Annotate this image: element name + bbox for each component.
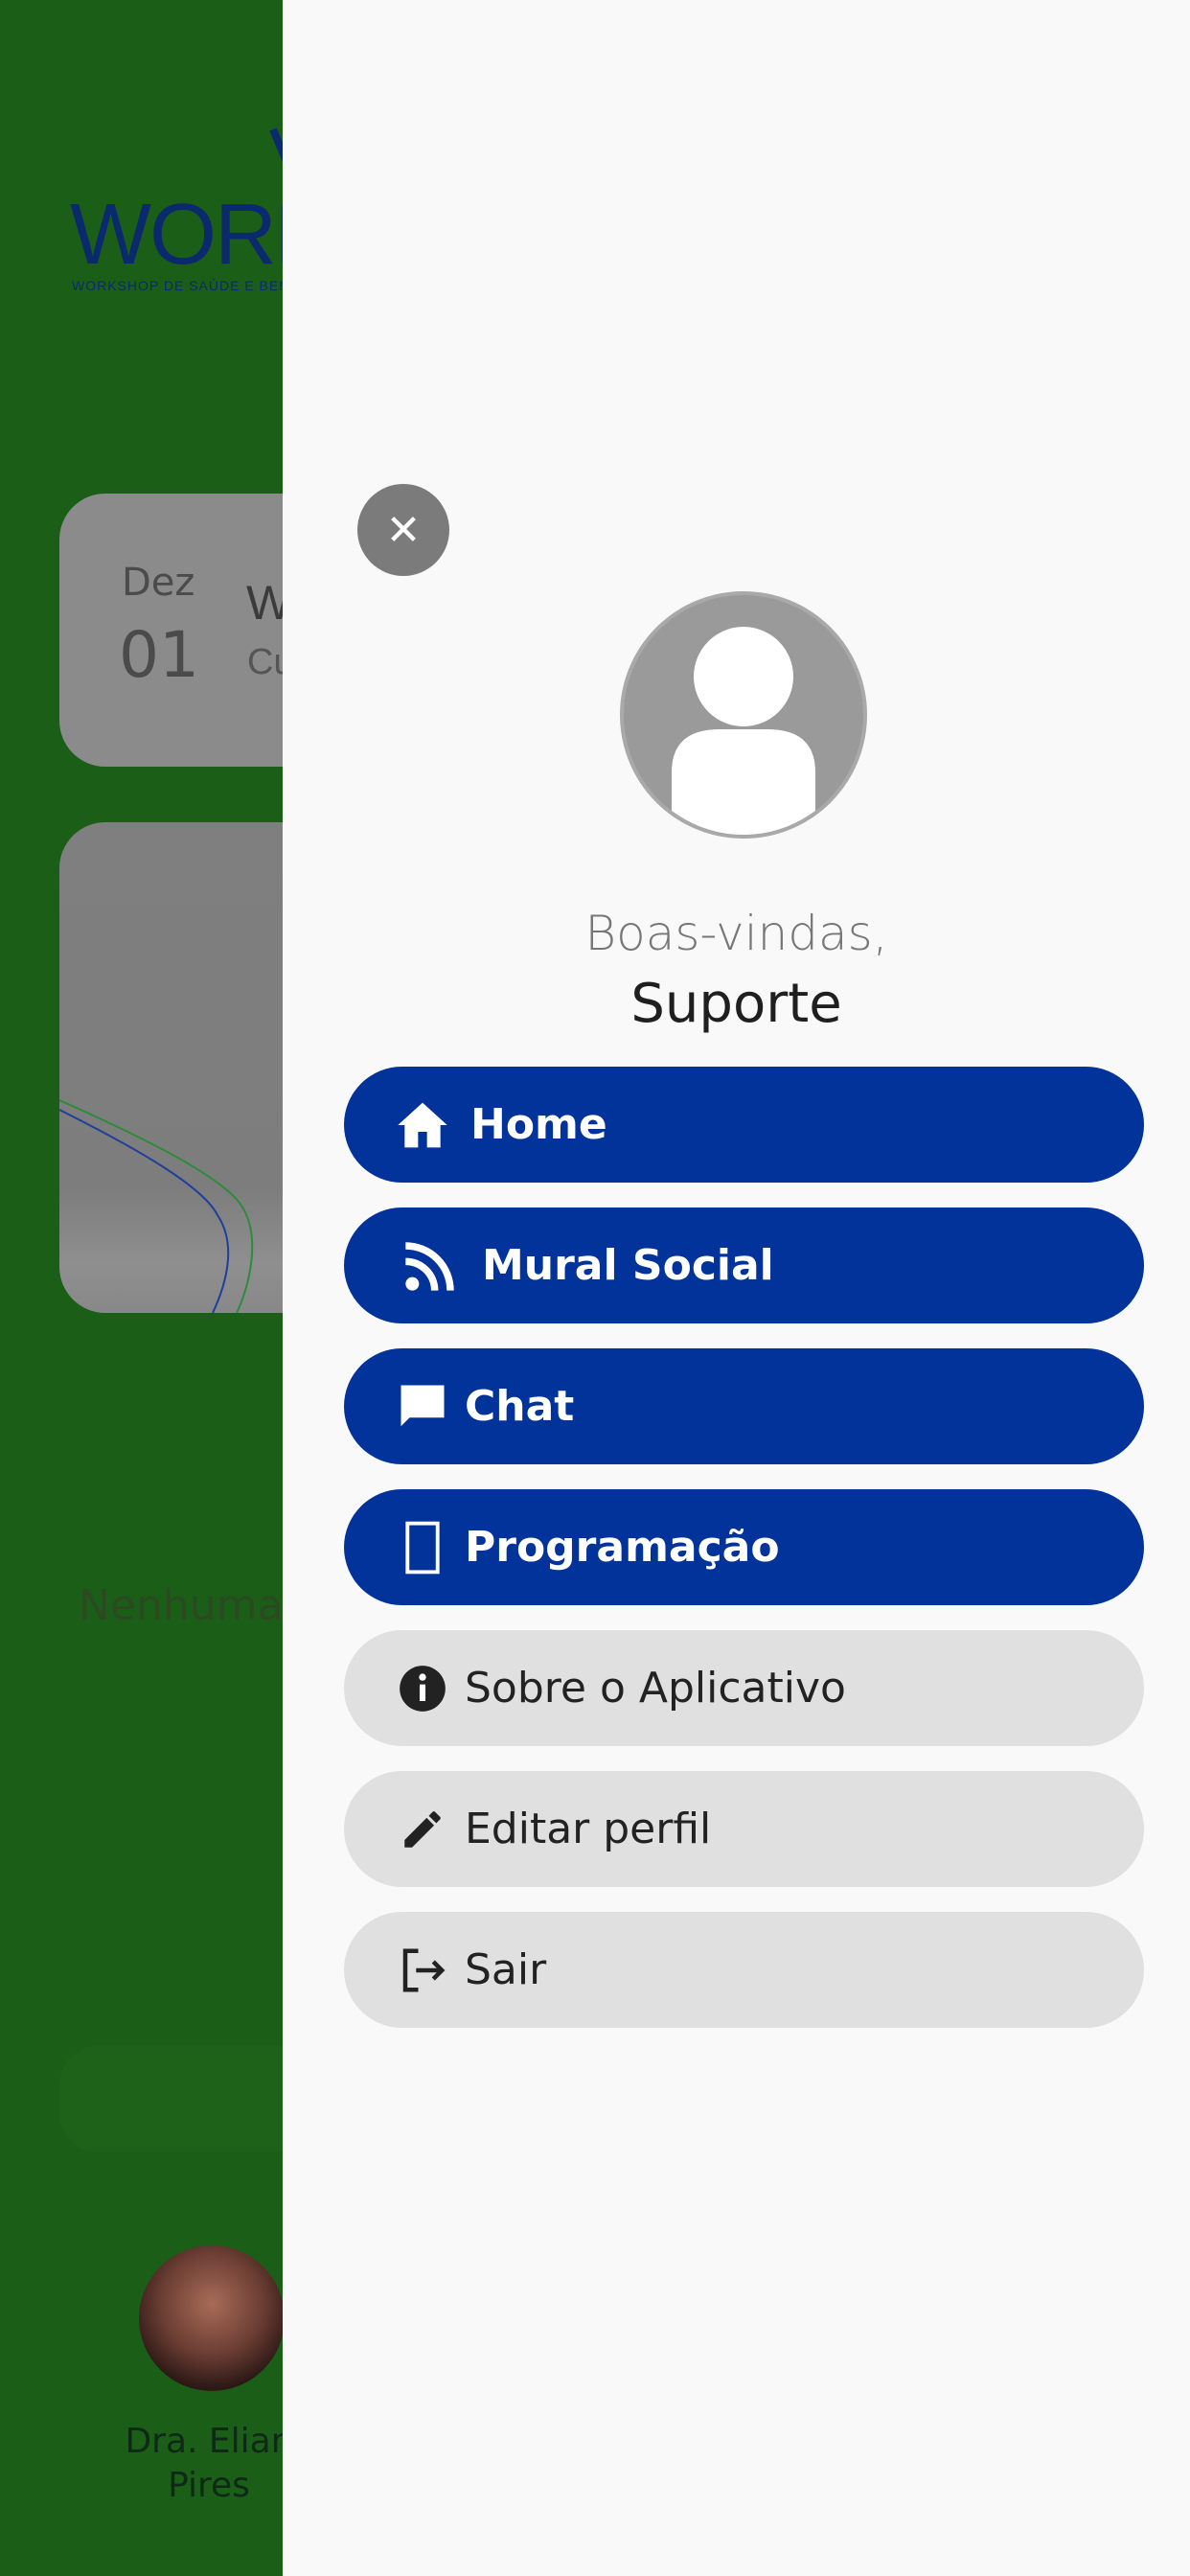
menu-item-chat-label: Chat xyxy=(465,1382,575,1431)
menu-item-mural-social[interactable]: Mural Social xyxy=(344,1208,1144,1323)
close-icon: ✕ xyxy=(385,505,422,555)
menu-item-editar-perfil-label: Editar perfil xyxy=(465,1805,712,1853)
menu-item-sair-label: Sair xyxy=(465,1945,547,1994)
menu-item-home-label: Home xyxy=(470,1100,607,1149)
close-drawer-button[interactable]: ✕ xyxy=(357,484,449,576)
info-icon xyxy=(394,1660,451,1717)
menu-item-programacao[interactable]: Programação xyxy=(344,1489,1144,1605)
speaker-photo xyxy=(139,2245,285,2391)
menu-item-editar-perfil[interactable]: Editar perfil xyxy=(344,1771,1144,1887)
profile-avatar xyxy=(620,591,867,839)
menu-item-programacao-label: Programação xyxy=(465,1523,780,1572)
username: Suporte xyxy=(630,973,842,1035)
menu-item-home[interactable]: Home xyxy=(344,1067,1144,1183)
rss-feed-icon xyxy=(401,1237,459,1295)
menu-item-chat[interactable]: Chat xyxy=(344,1348,1144,1464)
schedule-icon xyxy=(394,1519,451,1576)
home-icon xyxy=(394,1096,451,1154)
user-avatar-icon xyxy=(672,627,815,835)
menu-item-mural-social-label: Mural Social xyxy=(482,1241,774,1290)
empty-state-text: Nenhuma xyxy=(79,1581,284,1630)
speaker-name-line2: Pires xyxy=(168,2466,250,2505)
menu-item-sobre-aplicativo-label: Sobre o Aplicativo xyxy=(465,1664,846,1713)
speaker-name-line1: Dra. Elian xyxy=(125,2422,293,2461)
speaker-name: Dra. Elian Pires xyxy=(113,2420,305,2508)
chat-icon xyxy=(394,1378,451,1436)
welcome-text: Boas-vindas, xyxy=(584,906,888,961)
edit-pencil-icon xyxy=(394,1801,451,1858)
menu-item-sobre-aplicativo[interactable]: Sobre o Aplicativo xyxy=(344,1630,1144,1746)
event-month: Dez xyxy=(122,561,195,605)
menu-item-sair[interactable]: Sair xyxy=(344,1912,1144,2028)
event-day: 01 xyxy=(119,618,199,692)
logo-tagline: WORKSHOP DE SAÚDE E BEM- xyxy=(72,278,297,293)
logout-icon xyxy=(394,1942,451,1999)
